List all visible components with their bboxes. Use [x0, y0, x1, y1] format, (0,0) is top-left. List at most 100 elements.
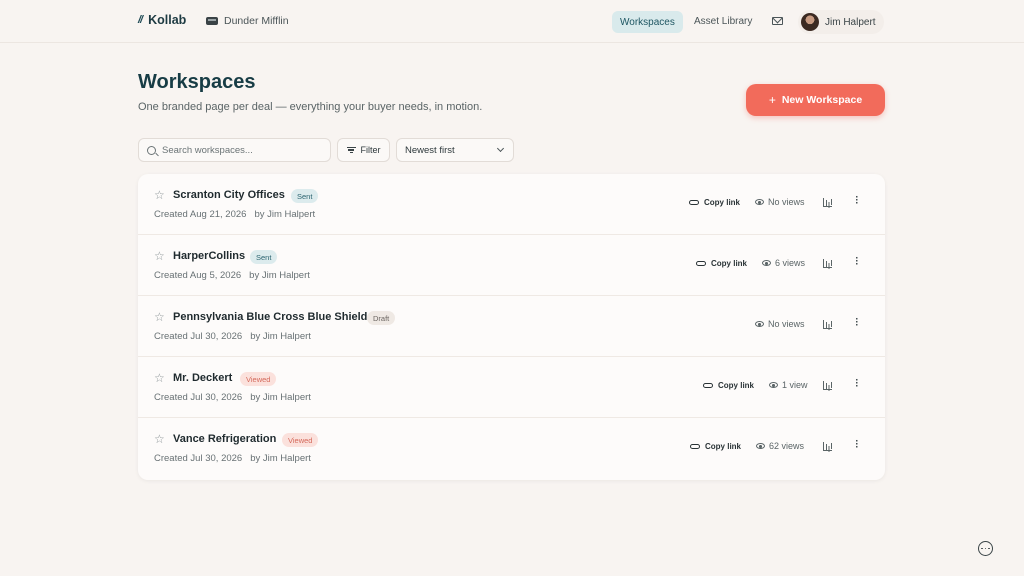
avatar	[801, 13, 819, 31]
org-switcher[interactable]: Dunder Mifflin	[206, 15, 289, 27]
eye-icon	[769, 382, 778, 388]
copy-link-label: Copy link	[718, 381, 755, 390]
view-count: No views	[755, 197, 805, 207]
copy-link-button[interactable]: Copy link	[690, 442, 741, 451]
workspace-meta: Created Aug 21, 2026 by Jim Halpert	[154, 209, 315, 220]
filter-icon	[346, 146, 356, 154]
filter-button[interactable]: Filter	[337, 138, 390, 162]
more-options-icon[interactable]: · · ·	[854, 193, 860, 209]
search-box	[138, 138, 331, 162]
copy-link-label: Copy link	[704, 198, 741, 207]
search-input[interactable]	[162, 144, 322, 156]
workspace-row[interactable]: ☆ Scranton City Offices Sent Created Aug…	[138, 174, 885, 235]
workspace-title[interactable]: Pennsylvania Blue Cross Blue Shield	[173, 311, 367, 323]
logo-icon: //	[138, 14, 143, 26]
created-date: Created Jul 30, 2026	[154, 392, 243, 403]
status-badge: Sent	[291, 189, 319, 203]
view-count-label: 6 views	[775, 258, 806, 268]
view-count: 62 views	[756, 441, 804, 451]
analytics-icon[interactable]	[823, 320, 832, 329]
workspace-meta: Created Aug 5, 2026 by Jim Halpert	[154, 270, 310, 281]
workspace-row[interactable]: ☆ Mr. Deckert Viewed Created Jul 30, 202…	[138, 357, 885, 418]
view-count-label: No views	[768, 197, 805, 207]
nav-asset-library[interactable]: Asset Library	[694, 16, 752, 27]
workspace-title[interactable]: Scranton City Offices	[173, 189, 285, 201]
eye-icon	[756, 443, 765, 449]
author: by Jim Halpert	[250, 392, 311, 403]
more-options-icon[interactable]: · · ·	[854, 376, 860, 392]
brand-name: Kollab	[148, 13, 187, 27]
author: by Jim Halpert	[249, 270, 310, 281]
workspace-meta: Created Jul 30, 2026 by Jim Halpert	[154, 331, 311, 342]
eye-icon	[762, 260, 771, 266]
sort-value: Newest first	[405, 144, 455, 156]
user-name: Jim Halpert	[825, 16, 876, 28]
status-badge: Draft	[367, 311, 396, 325]
analytics-icon[interactable]	[823, 259, 832, 268]
link-icon	[703, 383, 713, 388]
page-title: Workspaces	[138, 71, 256, 93]
chevron-down-icon	[496, 144, 505, 153]
copy-link-label: Copy link	[711, 259, 748, 268]
sort-select[interactable]: Newest first	[396, 138, 514, 162]
copy-link-label: Copy link	[705, 442, 742, 451]
more-options-icon[interactable]: · · ·	[854, 254, 860, 270]
star-icon[interactable]: ☆	[154, 249, 165, 263]
view-count: No views	[755, 319, 805, 329]
org-name: Dunder Mifflin	[224, 15, 289, 27]
more-options-icon[interactable]: · · ·	[854, 437, 860, 453]
filter-label: Filter	[360, 145, 381, 155]
workspace-title[interactable]: Mr. Deckert	[173, 372, 232, 384]
nav-workspaces[interactable]: Workspaces	[612, 11, 683, 33]
workspace-row[interactable]: ☆ HarperCollins Sent Created Aug 5, 2026…	[138, 235, 885, 296]
created-date: Created Aug 21, 2026	[154, 209, 247, 220]
plus-icon: +	[768, 93, 776, 107]
status-badge: Sent	[250, 250, 278, 264]
search-icon	[147, 145, 156, 155]
link-icon	[696, 261, 706, 266]
top-nav: // Kollab Dunder Mifflin Workspaces Asse…	[0, 0, 1024, 43]
workspace-meta: Created Jul 30, 2026 by Jim Halpert	[154, 453, 311, 464]
brand-logo[interactable]: // Kollab	[138, 13, 186, 27]
link-icon	[689, 200, 699, 205]
workspace-list: ☆ Scranton City Offices Sent Created Aug…	[138, 174, 885, 480]
view-count-label: 62 views	[769, 441, 805, 451]
link-icon	[690, 444, 700, 449]
star-icon[interactable]: ☆	[154, 432, 165, 446]
new-workspace-button[interactable]: + New Workspace	[746, 84, 885, 116]
author: by Jim Halpert	[250, 331, 311, 342]
chat-icon[interactable]	[978, 541, 993, 556]
created-date: Created Jul 30, 2026	[154, 331, 243, 342]
workspace-title[interactable]: Vance Refrigeration	[173, 433, 276, 445]
author: by Jim Halpert	[250, 453, 311, 464]
created-date: Created Jul 30, 2026	[154, 453, 243, 464]
eye-icon	[755, 199, 764, 205]
star-icon[interactable]: ☆	[154, 188, 165, 202]
view-count: 6 views	[762, 258, 805, 268]
workspace-row[interactable]: ☆ Vance Refrigeration Viewed Created Jul…	[138, 418, 885, 479]
status-badge: Viewed	[282, 433, 319, 447]
new-workspace-label: New Workspace	[781, 94, 863, 106]
view-count: 1 view	[769, 380, 808, 390]
star-icon[interactable]: ☆	[154, 371, 165, 385]
analytics-icon[interactable]	[823, 381, 832, 390]
analytics-icon[interactable]	[823, 442, 832, 451]
author: by Jim Halpert	[254, 209, 316, 220]
user-menu[interactable]: Jim Halpert	[798, 10, 884, 34]
workspace-meta: Created Jul 30, 2026 by Jim Halpert	[154, 392, 311, 403]
page-subtitle: One branded page per deal — everything y…	[138, 101, 483, 113]
analytics-icon[interactable]	[823, 198, 832, 207]
mail-icon[interactable]	[772, 17, 783, 25]
status-badge: Viewed	[240, 372, 277, 386]
copy-link-button[interactable]: Copy link	[703, 381, 754, 390]
workspace-title[interactable]: HarperCollins	[173, 250, 245, 262]
more-options-icon[interactable]: · · ·	[854, 315, 860, 331]
created-date: Created Aug 5, 2026	[154, 270, 242, 281]
eye-icon	[755, 321, 764, 327]
copy-link-button[interactable]: Copy link	[689, 198, 740, 207]
building-icon	[206, 17, 218, 25]
view-count-label: 1 view	[782, 380, 808, 390]
copy-link-button[interactable]: Copy link	[696, 259, 747, 268]
workspace-row[interactable]: ☆ Pennsylvania Blue Cross Blue Shield Dr…	[138, 296, 885, 357]
star-icon[interactable]: ☆	[154, 310, 165, 324]
